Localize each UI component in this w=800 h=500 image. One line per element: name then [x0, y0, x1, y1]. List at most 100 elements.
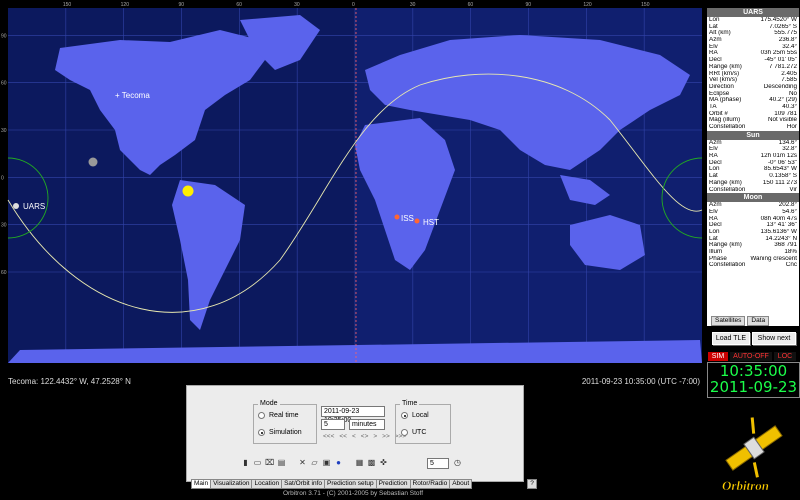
sun-marker[interactable]	[182, 185, 194, 197]
moon-marker[interactable]	[88, 157, 98, 167]
nav-back-button[interactable]: <<	[339, 433, 347, 440]
iss-marker[interactable]	[394, 214, 400, 220]
moon-info: Azm 202.8° Elv 54.6° RA 08h 40m 47s Decl 13° 41…	[707, 202, 799, 269]
moon-key: Phase	[709, 255, 727, 262]
latitude-tick: 60	[1, 81, 7, 87]
uars-info: Lon 175.4520° W Lat 7.0265° S Alt (km) 555.77…	[707, 17, 799, 131]
uars-value: Descending	[763, 83, 797, 90]
local-radio[interactable]: Local	[401, 412, 429, 419]
longitude-tick: 150	[63, 2, 72, 8]
sun-value: 12h 01m 12s	[760, 153, 797, 160]
show-next-button[interactable]: Show next	[752, 332, 796, 345]
moon-value: Waning crescent	[750, 255, 797, 262]
sun-value: 0.1358° S	[769, 173, 797, 180]
uars-key: Vel (km/s)	[709, 77, 737, 84]
uars-value: 40.3°	[782, 103, 797, 110]
nav-step-forward-button[interactable]: >	[373, 433, 377, 440]
uars-value: 236.8°	[778, 37, 797, 44]
tab-prediction-setup[interactable]: Prediction setup	[324, 479, 377, 489]
longitude-tick: 30	[294, 2, 300, 8]
world-map[interactable]: UARS ISS HST + Tecoma 150 120 90 60 30 0 30 60 9…	[0, 0, 706, 372]
uars-row: RRt (km/s) 2.405	[707, 71, 799, 78]
tab-visualization[interactable]: Visualization	[210, 479, 253, 489]
clock-icon[interactable]: ◷	[453, 458, 462, 467]
tab-data[interactable]: Data	[747, 316, 770, 326]
tecoma-label: + Tecoma	[115, 91, 150, 100]
utc-label: UTC	[412, 429, 427, 436]
tab-satellites[interactable]: Satellites	[711, 316, 746, 326]
fullscreen-icon[interactable]: ✜	[379, 458, 388, 467]
map-canvas[interactable]: UARS ISS HST + Tecoma 150 120 90 60 30 0 30 60 9…	[0, 0, 706, 372]
moon-key: Lon	[709, 228, 720, 235]
uars-value: Not visible	[767, 117, 797, 124]
latitude-tick: 0	[1, 175, 4, 181]
moon-value: 08h 40m 47s	[760, 215, 797, 222]
datetime-input[interactable]: 2011-09-23 10:35:00	[321, 406, 385, 424]
utc-radio-dot[interactable]	[401, 429, 408, 436]
moon-value: 135.6136° W	[760, 228, 797, 235]
nav-now-button[interactable]: <>	[361, 433, 369, 440]
toolbar-separator-2	[346, 458, 352, 467]
hst-marker[interactable]	[414, 218, 420, 224]
uars-row: Azm 236.8°	[707, 37, 799, 44]
uars-label: UARS	[23, 202, 45, 211]
uars-key: RA	[709, 50, 718, 57]
sun-value: 32.8°	[782, 146, 797, 153]
moon-value: 368 791	[774, 242, 797, 249]
uars-key: Orbit #	[709, 110, 728, 117]
uars-marker[interactable]	[13, 203, 19, 209]
book-icon[interactable]: ▮	[241, 458, 250, 467]
nav-step-back-button[interactable]: <	[352, 433, 356, 440]
uars-key: Azm	[709, 37, 722, 44]
load-tle-button[interactable]: Load TLE	[712, 332, 750, 345]
uars-key: RRt (km/s)	[709, 70, 740, 77]
clock-date: 2011-09-23	[709, 378, 798, 396]
sun-section-title: Sun	[707, 130, 799, 140]
tab-location[interactable]: Location	[251, 479, 283, 489]
real-time-radio[interactable]: Real time	[258, 412, 299, 419]
sim-indicator[interactable]: SIM	[708, 352, 728, 361]
time-group: Time	[395, 400, 451, 444]
export-icon[interactable]: ▤	[277, 458, 286, 467]
uars-key: Mag (illum)	[709, 117, 741, 124]
info-icon[interactable]: ●	[334, 458, 343, 467]
uars-row: Decl -45° 01' 05"	[707, 57, 799, 64]
tab-prediction[interactable]: Prediction	[375, 479, 411, 489]
tab-rotor-radio[interactable]: Rotor/Radio	[409, 479, 451, 489]
screenshot-icon[interactable]: ⌧	[265, 458, 274, 467]
step-select[interactable]: 5	[321, 419, 345, 430]
simulation-label: Simulation	[269, 429, 302, 436]
uars-row: MA (phase) 40.2° (29)	[707, 97, 799, 104]
tab-about[interactable]: About	[449, 479, 473, 489]
time-legend: Time	[400, 400, 420, 407]
open-folder-icon[interactable]: ▱	[310, 458, 319, 467]
nav-forward-button[interactable]: >>	[382, 433, 390, 440]
moon-key: Decl	[709, 222, 722, 229]
sun-row: RA 12h 01m 12s	[707, 153, 799, 160]
loc-indicator[interactable]: LOC	[774, 352, 796, 361]
utc-radio[interactable]: UTC	[401, 429, 426, 436]
tab-main[interactable]: Main	[191, 479, 212, 489]
sun-info: Azm 134.6° Elv 32.8° RA 12h 01m 12s Decl -0° 06…	[707, 140, 799, 194]
auto-off-indicator[interactable]: AUTO-OFF	[730, 352, 772, 361]
tools-icon[interactable]: ✕	[298, 458, 307, 467]
real-time-radio-dot[interactable]	[258, 412, 265, 419]
local-radio-dot[interactable]	[401, 412, 408, 419]
uars-row: Lat 7.0265° S	[707, 24, 799, 31]
longitude-tick: 90	[179, 2, 185, 8]
radar-view-icon[interactable]: ▩	[367, 458, 376, 467]
nav-fast-back-button[interactable]: <<<	[323, 433, 334, 440]
simulation-radio[interactable]: Simulation	[258, 429, 302, 436]
toolbar-step-select[interactable]: 5	[427, 458, 449, 469]
toolbar: ▮ ▭ ⌧ ▤ ✕ ▱ ▣ ● ▦ ▩ ✜	[241, 458, 388, 467]
simulation-radio-dot[interactable]	[258, 429, 265, 436]
save-icon[interactable]: ▣	[322, 458, 331, 467]
uars-key: Lat	[709, 23, 718, 30]
print-icon[interactable]: ▭	[253, 458, 262, 467]
tab-sat-orbit-info[interactable]: Sat/Orbit info	[281, 479, 325, 489]
moon-key: Illum	[709, 249, 723, 255]
map-view-icon[interactable]: ▦	[355, 458, 364, 467]
help-button[interactable]: ?	[527, 479, 537, 489]
moon-row: Lat 14.2243° N	[707, 236, 799, 243]
unit-select[interactable]: minutes	[349, 419, 385, 430]
